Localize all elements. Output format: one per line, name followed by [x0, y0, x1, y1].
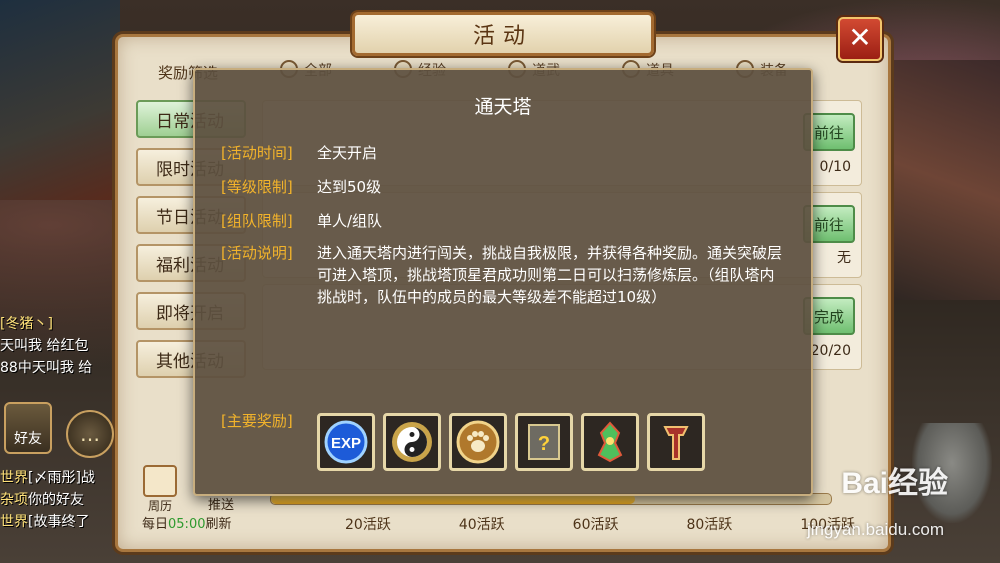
team-limit-value: 单人/组队 [317, 212, 383, 230]
chat-text: [故事终了 [28, 514, 90, 530]
chat-text: 你的好友 [28, 492, 84, 508]
pavilion-left [0, 0, 120, 200]
pavilion-right [885, 60, 1000, 300]
chat-channel: 世界 [0, 514, 28, 530]
svg-text:EXP: EXP [331, 435, 361, 452]
chat-log: 世界[〆雨彤]战 杂项你的好友 世界[故事终了 [0, 467, 115, 533]
activity-time-value: 全天开启 [317, 144, 378, 162]
level-limit-label: [等级限制] [221, 178, 293, 196]
description-text: 进入通天塔内进行闯关，挑战自我极限，并获得各种奖励。通关突破层可进入塔顶，挑战塔… [317, 244, 783, 306]
chat-bubble-icon[interactable]: … [66, 410, 114, 458]
row-count: 0/10 [819, 159, 851, 175]
daily-time: 05:00 [168, 517, 206, 532]
daily-prefix: 每日 [142, 517, 169, 532]
friends-button[interactable]: 好友 [4, 402, 52, 454]
progress-marks: 20活跃 40活跃 60活跃 80活跃 100活跃 [345, 514, 855, 534]
exp-icon[interactable]: EXP [317, 413, 375, 471]
team-limit-label: [组队限制] [221, 212, 293, 230]
description-label-wrap: [活动说明] [221, 242, 317, 264]
taiji-icon[interactable] [383, 413, 441, 471]
reward-list: EXP ? [317, 413, 705, 471]
chat-speaker: [冬猪丶] [0, 316, 53, 332]
activity-time-label: [活动时间] [221, 144, 293, 162]
row-count: 20/20 [810, 343, 851, 359]
chat-channel: 杂项 [0, 492, 28, 508]
weekly-calendar-button[interactable]: 周历 [142, 465, 178, 513]
chat-channel: 世界 [0, 470, 28, 486]
row-count: 无 [837, 250, 851, 266]
activity-detail-modal: 通天塔 [活动时间] 全天开启 [等级限制] 达到50级 [组队限制] 单人/组队 [… [193, 68, 813, 496]
baidu-watermark: Bai经验 [841, 467, 948, 500]
red-weapon-icon[interactable] [647, 413, 705, 471]
daily-suffix: 刷新 [205, 517, 232, 532]
calendar-label: 周历 [147, 499, 172, 513]
chat-line: 天叫我 给红包 [0, 338, 89, 354]
level-limit-value: 达到50级 [317, 178, 382, 196]
jade-charm-icon[interactable] [581, 413, 639, 471]
watermark-url: jingyan.baidu.com [806, 520, 944, 539]
close-button[interactable]: ✕ [838, 17, 882, 61]
mark-40[interactable]: 40活跃 [459, 514, 505, 534]
mark-60[interactable]: 60活跃 [573, 514, 619, 534]
description-label: [活动说明] [221, 244, 293, 262]
svg-text:?: ? [538, 433, 550, 455]
push-button[interactable]: 推送 [208, 494, 234, 513]
level-limit-field: [等级限制] 达到50级 [221, 176, 381, 198]
mark-80[interactable]: 80活跃 [686, 514, 732, 534]
chat-line: 88中天叫我 给 [0, 360, 93, 376]
panel-title: 活动 [352, 12, 654, 56]
mark-20[interactable]: 20活跃 [345, 514, 391, 534]
modal-title: 通天塔 [474, 96, 532, 118]
rewards-label: [主要奖励] [221, 412, 293, 430]
mystery-scroll-icon[interactable]: ? [515, 413, 573, 471]
calendar-icon [143, 465, 177, 497]
daily-refresh-note: 每日05:00刷新 [142, 513, 232, 532]
team-limit-field: [组队限制] 单人/组队 [221, 210, 382, 232]
paw-icon[interactable] [449, 413, 507, 471]
chat-overlay: [冬猪丶] 天叫我 给红包 88中天叫我 给 [0, 313, 115, 379]
activity-time-field: [活动时间] 全天开启 [221, 142, 377, 164]
chat-text: [〆雨彤]战 [28, 470, 95, 486]
